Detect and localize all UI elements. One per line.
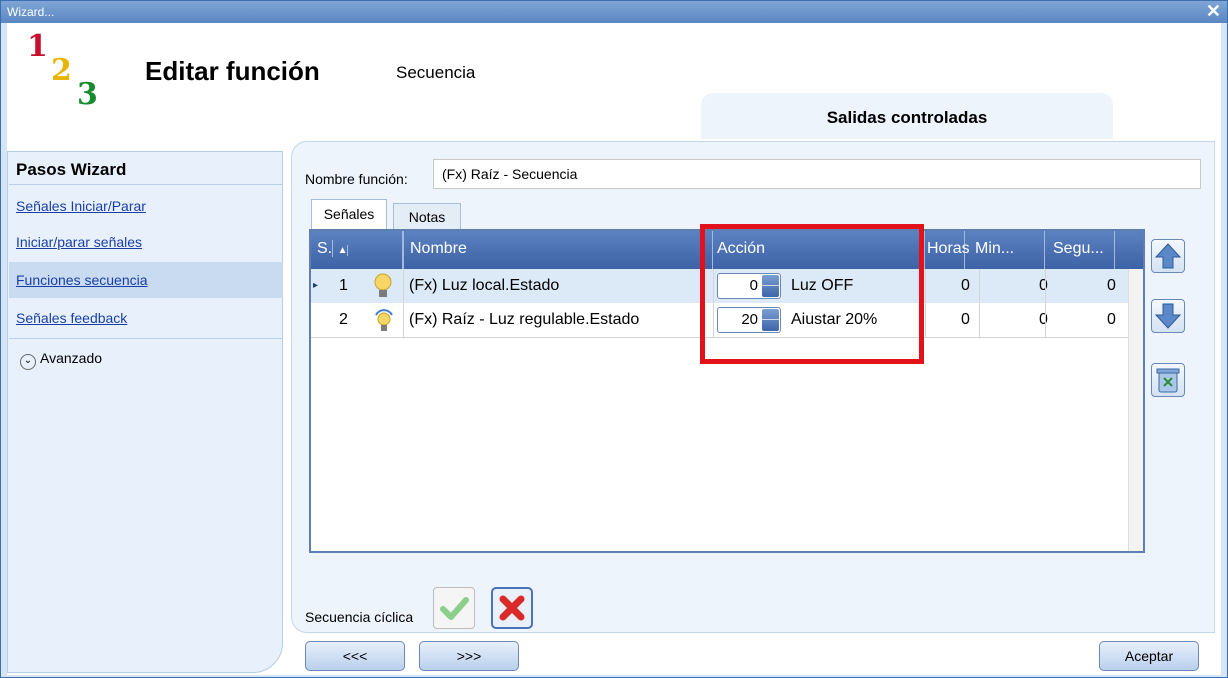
page-subtitle: Secuencia — [396, 63, 476, 82]
dimmable-bulb-icon — [373, 307, 393, 333]
window-title: Wizard... — [7, 5, 55, 19]
column-header-nombre[interactable]: Nombre — [403, 231, 713, 269]
sidebar-heading: Pasos Wizard — [16, 160, 127, 179]
delete-button[interactable] — [1151, 363, 1185, 397]
sort-asc-icon: ▲ — [337, 245, 349, 256]
cyclic-yes-button[interactable] — [433, 587, 475, 629]
light-bulb-icon — [373, 273, 393, 299]
tab-senales[interactable]: Señales — [311, 199, 387, 229]
cyclic-no-button[interactable] — [491, 587, 533, 629]
divider — [9, 338, 283, 339]
previous-button[interactable]: <<< — [305, 641, 405, 671]
sidebar-item-senales-iniciar-parar[interactable]: Señales Iniciar/Parar — [16, 188, 278, 224]
accion-highlight-box — [700, 224, 924, 364]
function-name-input[interactable]: (Fx) Raíz - Secuencia — [433, 159, 1201, 189]
advanced-toggle[interactable]: ⌄ Avanzado — [20, 348, 102, 370]
tab-notas[interactable]: Notas — [393, 203, 461, 229]
chevron-down-icon: ⌄ — [20, 354, 36, 370]
column-header-segundos[interactable]: Segu... — [1045, 231, 1115, 269]
hours-value[interactable]: 0 — [961, 303, 970, 337]
arrow-down-icon — [1154, 303, 1182, 329]
column-header-horas[interactable]: Horas — [925, 231, 970, 269]
sidebar-item-senales-feedback[interactable]: Señales feedback — [16, 300, 278, 336]
seconds-value[interactable]: 0 — [1107, 269, 1116, 303]
wizard-window: Wizard... ✕ 1 2 3 Editar función Secuenc… — [0, 0, 1228, 678]
advanced-label: Avanzado — [40, 350, 103, 366]
divider — [925, 269, 926, 337]
minutes-value[interactable]: 0 — [1039, 269, 1048, 303]
arrow-up-icon — [1154, 243, 1182, 269]
sidebar-item-funciones-secuencia[interactable]: Funciones secuencia — [9, 262, 283, 298]
step-number: 2 — [339, 311, 348, 328]
page-title: Editar función — [145, 56, 320, 86]
column-header-step[interactable]: S. ▲ — [311, 231, 403, 269]
row-name: (Fx) Luz local.Estado — [409, 277, 560, 294]
steps-logo: 1 2 3 — [27, 29, 137, 112]
wizard-steps-sidebar: Pasos Wizard Señales Iniciar/Parar Inici… — [7, 151, 283, 673]
divider — [979, 269, 980, 337]
table-scrollbar[interactable] — [1128, 269, 1143, 551]
checkmark-icon — [440, 597, 469, 620]
divider — [1045, 269, 1046, 337]
divider — [9, 184, 283, 185]
red-x-icon — [499, 595, 525, 621]
column-label: S. — [317, 240, 334, 257]
minutes-value[interactable]: 0 — [1039, 303, 1048, 337]
logo-digit-3: 3 — [77, 77, 98, 112]
tab-salidas-controladas[interactable]: Salidas controladas — [701, 93, 1113, 139]
hours-value[interactable]: 0 — [961, 269, 970, 303]
cyclic-sequence-label: Secuencia cíclica — [305, 609, 414, 625]
accept-button[interactable]: Aceptar — [1099, 641, 1199, 671]
sidebar-item-iniciar-parar-senales[interactable]: Iniciar/parar señales — [16, 224, 278, 260]
next-button[interactable]: >>> — [419, 641, 519, 671]
current-row-indicator-icon: ▸ — [313, 280, 319, 291]
move-down-button[interactable] — [1151, 299, 1185, 333]
function-name-label: Nombre función: — [305, 171, 408, 187]
logo-digit-1: 1 — [27, 29, 48, 64]
logo-digit-2: 2 — [51, 53, 72, 88]
move-up-button[interactable] — [1151, 239, 1185, 273]
row-name: (Fx) Raíz - Luz regulable.Estado — [409, 311, 640, 328]
close-icon[interactable]: ✕ — [1206, 1, 1221, 22]
step-number: 1 — [339, 277, 348, 294]
recycle-bin-icon — [1156, 368, 1180, 393]
column-header-minutos[interactable]: Min... — [965, 231, 1045, 269]
divider — [403, 269, 404, 337]
title-bar: Wizard... ✕ — [1, 1, 1227, 23]
seconds-value[interactable]: 0 — [1107, 303, 1116, 337]
